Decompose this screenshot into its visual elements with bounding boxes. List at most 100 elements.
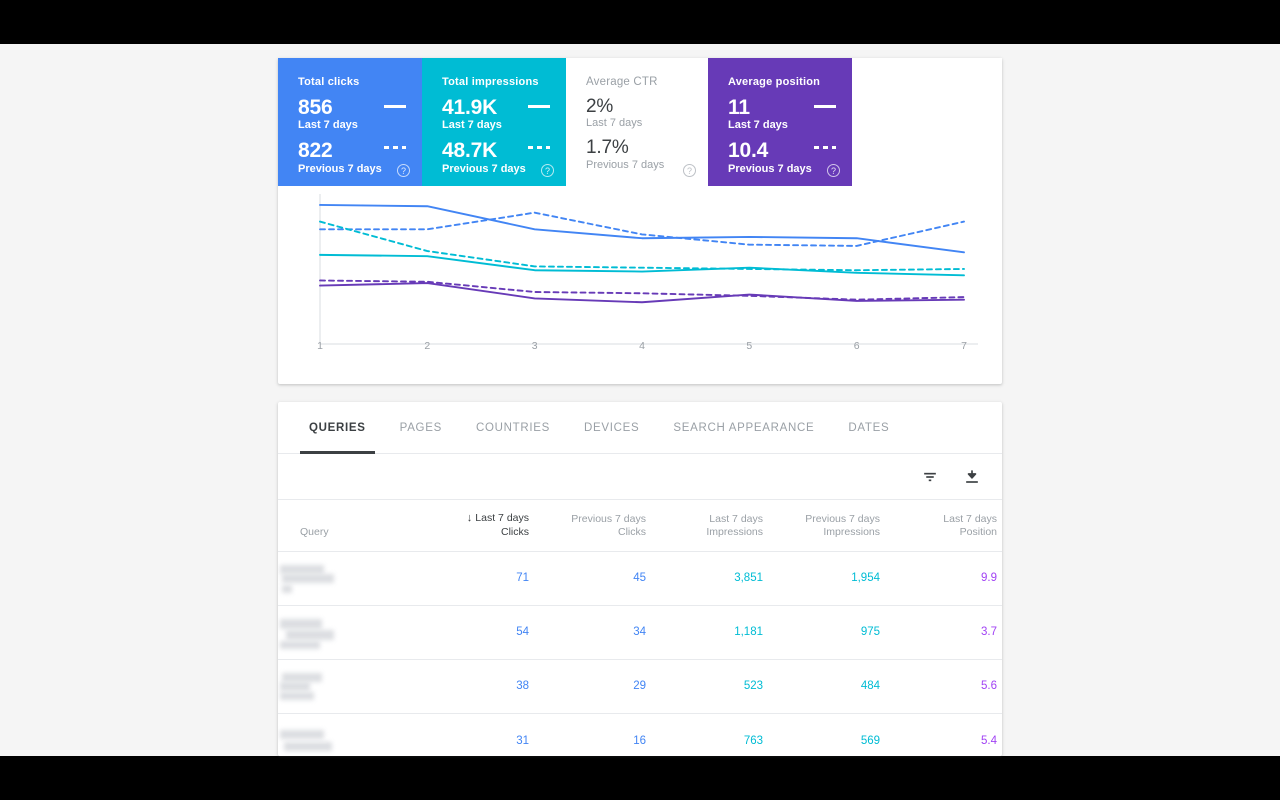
metric-previous-label: Previous 7 days: [728, 162, 812, 175]
metric-title: Total clicks: [298, 76, 360, 88]
table-row[interactable]: 38 29 523 484 5.6: [278, 658, 1002, 714]
filter-icon[interactable]: [920, 467, 940, 487]
column-header-position-last[interactable]: Last 7 days Position: [894, 500, 1002, 551]
column-header-line1: Last 7 days: [709, 512, 763, 525]
column-header-line1: Previous 7 days: [571, 512, 646, 525]
metric-previous-label: Previous 7 days: [586, 158, 665, 171]
metric-title: Average position: [728, 76, 821, 88]
solid-line-legend-icon: [814, 105, 836, 108]
column-header-line2: Impressions: [823, 525, 880, 538]
metric-card-total-clicks[interactable]: Total clicks 856 Last 7 days 822 Previou…: [278, 58, 422, 186]
cell-position-last: 3.7: [894, 604, 1002, 660]
column-header-impressions-prev[interactable]: Previous 7 days Impressions: [777, 500, 894, 551]
metric-strip-filler: [852, 58, 1002, 186]
tab-pages[interactable]: PAGES: [383, 402, 459, 454]
cell-clicks-last: 31: [426, 712, 543, 756]
metric-card-total-impressions[interactable]: Total impressions 41.9K Last 7 days 48.7…: [422, 58, 566, 186]
column-header-line2: Clicks: [501, 525, 529, 538]
table-header-row: Query ↓ Last 7 days Clicks Previous 7 day…: [278, 500, 1002, 551]
screen: Total clicks 856 Last 7 days 822 Previou…: [0, 0, 1280, 800]
metric-card-average-ctr[interactable]: Average CTR 2% Last 7 days 1.7% Previous…: [566, 58, 708, 186]
cell-query[interactable]: [278, 658, 426, 714]
tab-countries[interactable]: COUNTRIES: [459, 402, 567, 454]
dashed-line-legend-icon: [384, 146, 406, 149]
dimension-table-card: QUERIES PAGES COUNTRIES DEVICES SEARCH APPEA…: [278, 402, 1002, 756]
metric-current-value: 2%: [586, 96, 614, 117]
metric-current-label: Last 7 days: [728, 119, 788, 132]
performance-overview-card: Total clicks 856 Last 7 days 822 Previou…: [278, 58, 1002, 384]
chart-x-tick-4: 4: [639, 340, 645, 352]
help-icon[interactable]: ?: [541, 164, 554, 177]
help-icon[interactable]: ?: [827, 164, 840, 177]
cell-query[interactable]: [278, 550, 426, 606]
cell-clicks-last: 38: [426, 658, 543, 714]
cell-clicks-prev: 29: [543, 658, 660, 714]
metric-previous-value: 48.7K: [442, 139, 498, 163]
chart-series-4: [319, 282, 965, 304]
chart-x-tick-1: 1: [317, 340, 323, 352]
chart-x-tick-5: 5: [746, 340, 753, 352]
table-row[interactable]: 31 16 763 569 5.4: [278, 712, 1002, 756]
cell-query[interactable]: [278, 712, 426, 756]
column-header-label: Query: [300, 525, 329, 538]
tab-queries[interactable]: QUERIES: [292, 402, 383, 454]
column-header-query[interactable]: Query: [278, 500, 426, 551]
cell-impressions-last: 523: [660, 658, 777, 714]
performance-chart[interactable]: 1 2 3 4 5 6 7: [278, 186, 1002, 384]
column-header-clicks-last[interactable]: ↓ Last 7 days Clicks: [426, 500, 543, 551]
column-header-line2: Clicks: [618, 525, 646, 538]
table-toolbar: [278, 454, 1002, 500]
chart-x-tick-7: 7: [961, 340, 967, 352]
chart-x-tick-6: 6: [853, 340, 860, 352]
table-body: 71 45 3,851 1,954 9.9 54 34 1,181 975 3.7 38 29 523 4…: [278, 550, 1002, 756]
metric-previous-value: 822: [298, 139, 333, 163]
cell-impressions-last: 3,851: [660, 550, 777, 606]
metric-current-label: Last 7 days: [442, 119, 502, 132]
metric-current-label: Last 7 days: [586, 117, 643, 130]
metric-card-average-position[interactable]: Average position 11 Last 7 days 10.4 Pre…: [708, 58, 852, 186]
chart-series-0: [319, 204, 965, 254]
dashed-line-legend-icon: [528, 146, 550, 149]
cell-impressions-last: 1,181: [660, 604, 777, 660]
tab-dates[interactable]: DATES: [831, 402, 906, 454]
performance-chart-svg: [319, 194, 978, 345]
metric-previous-value: 10.4: [728, 139, 769, 163]
cell-position-last: 5.4: [894, 712, 1002, 756]
tab-label: QUERIES: [309, 421, 366, 434]
cell-impressions-prev: 569: [777, 712, 894, 756]
redacted-query-text: [278, 617, 342, 650]
chart-x-tick-2: 2: [424, 340, 431, 352]
metric-previous-value: 1.7%: [586, 137, 629, 159]
sort-arrow-icon: ↓: [466, 512, 473, 524]
chart-series-1: [319, 211, 965, 247]
cell-clicks-last: 71: [426, 550, 543, 606]
cell-clicks-last: 54: [426, 604, 543, 660]
help-icon[interactable]: ?: [397, 164, 410, 177]
metric-title: Average CTR: [586, 76, 658, 88]
metric-previous-label: Previous 7 days: [298, 162, 382, 175]
tab-devices[interactable]: DEVICES: [567, 402, 656, 454]
cell-clicks-prev: 16: [543, 712, 660, 756]
tab-label: COUNTRIES: [475, 421, 550, 434]
chart-x-axis-labels: 1 2 3 4 5 6 7: [278, 340, 1002, 360]
table-row[interactable]: 54 34 1,181 975 3.7: [278, 604, 1002, 660]
tab-search-appearance[interactable]: SEARCH APPEARANCE: [656, 402, 831, 454]
chart-x-tick-3: 3: [531, 340, 538, 352]
redacted-query-text: [278, 563, 342, 594]
column-header-impressions-last[interactable]: Last 7 days Impressions: [660, 500, 777, 551]
solid-line-legend-icon: [384, 105, 406, 108]
dashed-line-legend-icon: [814, 146, 836, 149]
help-icon[interactable]: ?: [683, 164, 696, 177]
chart-series-2: [319, 253, 965, 277]
column-header-clicks-prev[interactable]: Previous 7 days Clicks: [543, 500, 660, 551]
metric-cards-strip: Total clicks 856 Last 7 days 822 Previou…: [278, 58, 1002, 186]
column-header-line1: Last 7 days: [943, 512, 997, 525]
tab-label: DEVICES: [583, 421, 640, 434]
cell-position-last: 5.6: [894, 658, 1002, 714]
cell-query[interactable]: [278, 604, 426, 660]
cell-impressions-prev: 484: [777, 658, 894, 714]
cell-impressions-last: 763: [660, 712, 777, 756]
metric-current-label: Last 7 days: [298, 119, 358, 132]
table-row[interactable]: 71 45 3,851 1,954 9.9: [278, 550, 1002, 606]
download-icon[interactable]: [962, 467, 982, 487]
